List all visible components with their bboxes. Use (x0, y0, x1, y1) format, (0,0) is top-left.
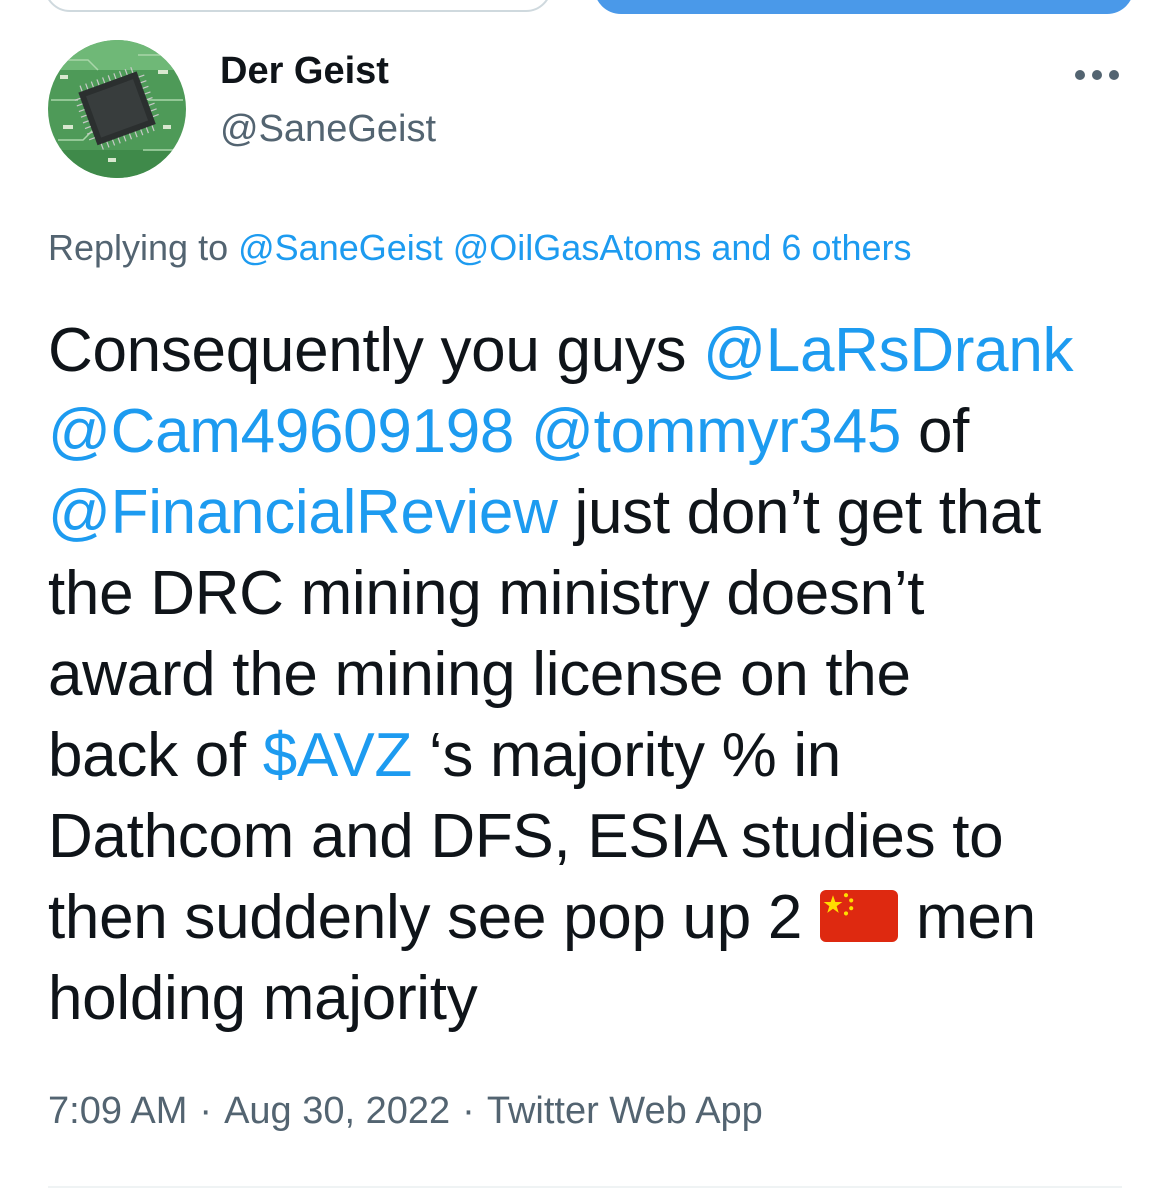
more-options-icon[interactable] (1070, 60, 1124, 90)
mention-link-larsdrank[interactable]: @LaRsDrank (703, 316, 1073, 385)
meta-separator: · (462, 1090, 475, 1132)
meta-separator: · (199, 1090, 213, 1132)
tweet-text: Consequently you guys @LaRsDrank @Cam496… (48, 310, 1138, 1039)
tweet-text-segment: then suddenly see pop up 2 (48, 883, 803, 952)
tweet-line: the DRC mining ministry doesn’t (48, 559, 925, 628)
tweet-line: award the mining license on the (48, 640, 911, 709)
divider (48, 1186, 1122, 1188)
replying-to-line: Replying to @SaneGeist @OilGasAtoms and … (48, 227, 912, 269)
tweet-line: @Cam49609198 @tommyr345 of (48, 391, 1138, 472)
tweet-line: @FinancialReview just don’t get that (48, 472, 1138, 553)
tweet-line: Consequently you guys @LaRsDrank (48, 310, 1138, 391)
replying-to-label: Replying to (48, 227, 239, 268)
tweet-text-segment: men (916, 883, 1036, 952)
tweet-time[interactable]: 7:09 AM (48, 1090, 187, 1132)
tweet-text-segment: back of (48, 721, 263, 790)
tweet-line: back of $AVZ ‘s majority % in (48, 715, 1138, 796)
tweet-text-segment: Consequently you guys (48, 316, 704, 385)
mention-link-tommyr345[interactable]: @tommyr345 (531, 397, 901, 466)
author-display-name[interactable]: Der Geist (220, 50, 389, 93)
tweet-text-segment (514, 397, 531, 466)
author-handle[interactable]: @SaneGeist (220, 108, 436, 151)
tweet-text-segment: ‘s majority % in (412, 721, 841, 790)
secondary-action-button[interactable] (44, 0, 552, 12)
primary-action-button[interactable] (594, 0, 1134, 14)
tweet-text-segment: just don’t get that (557, 478, 1041, 547)
tweet-metadata: 7:09 AM · Aug 30, 2022 · Twitter Web App (48, 1090, 763, 1133)
tweet-line: then suddenly see pop up 2 men (48, 877, 1138, 958)
tweet-line: Dathcom and DFS, ESIA studies to (48, 802, 1004, 871)
mention-link-cam49609198[interactable]: @Cam49609198 (48, 397, 514, 466)
cashtag-link-avz[interactable]: $AVZ (263, 721, 413, 790)
tweet-line: holding majority (48, 964, 478, 1033)
mention-link-financialreview[interactable]: @FinancialReview (48, 478, 558, 547)
china-flag-icon (820, 890, 899, 942)
avatar[interactable] (48, 40, 186, 178)
circuit-board-avatar-image (48, 40, 186, 178)
tweet-text-segment: of (901, 397, 970, 466)
tweet-date[interactable]: Aug 30, 2022 (224, 1090, 450, 1132)
tweet-source[interactable]: Twitter Web App (487, 1090, 763, 1132)
replying-to-mentions[interactable]: @SaneGeist @OilGasAtoms and 6 others (238, 227, 911, 268)
